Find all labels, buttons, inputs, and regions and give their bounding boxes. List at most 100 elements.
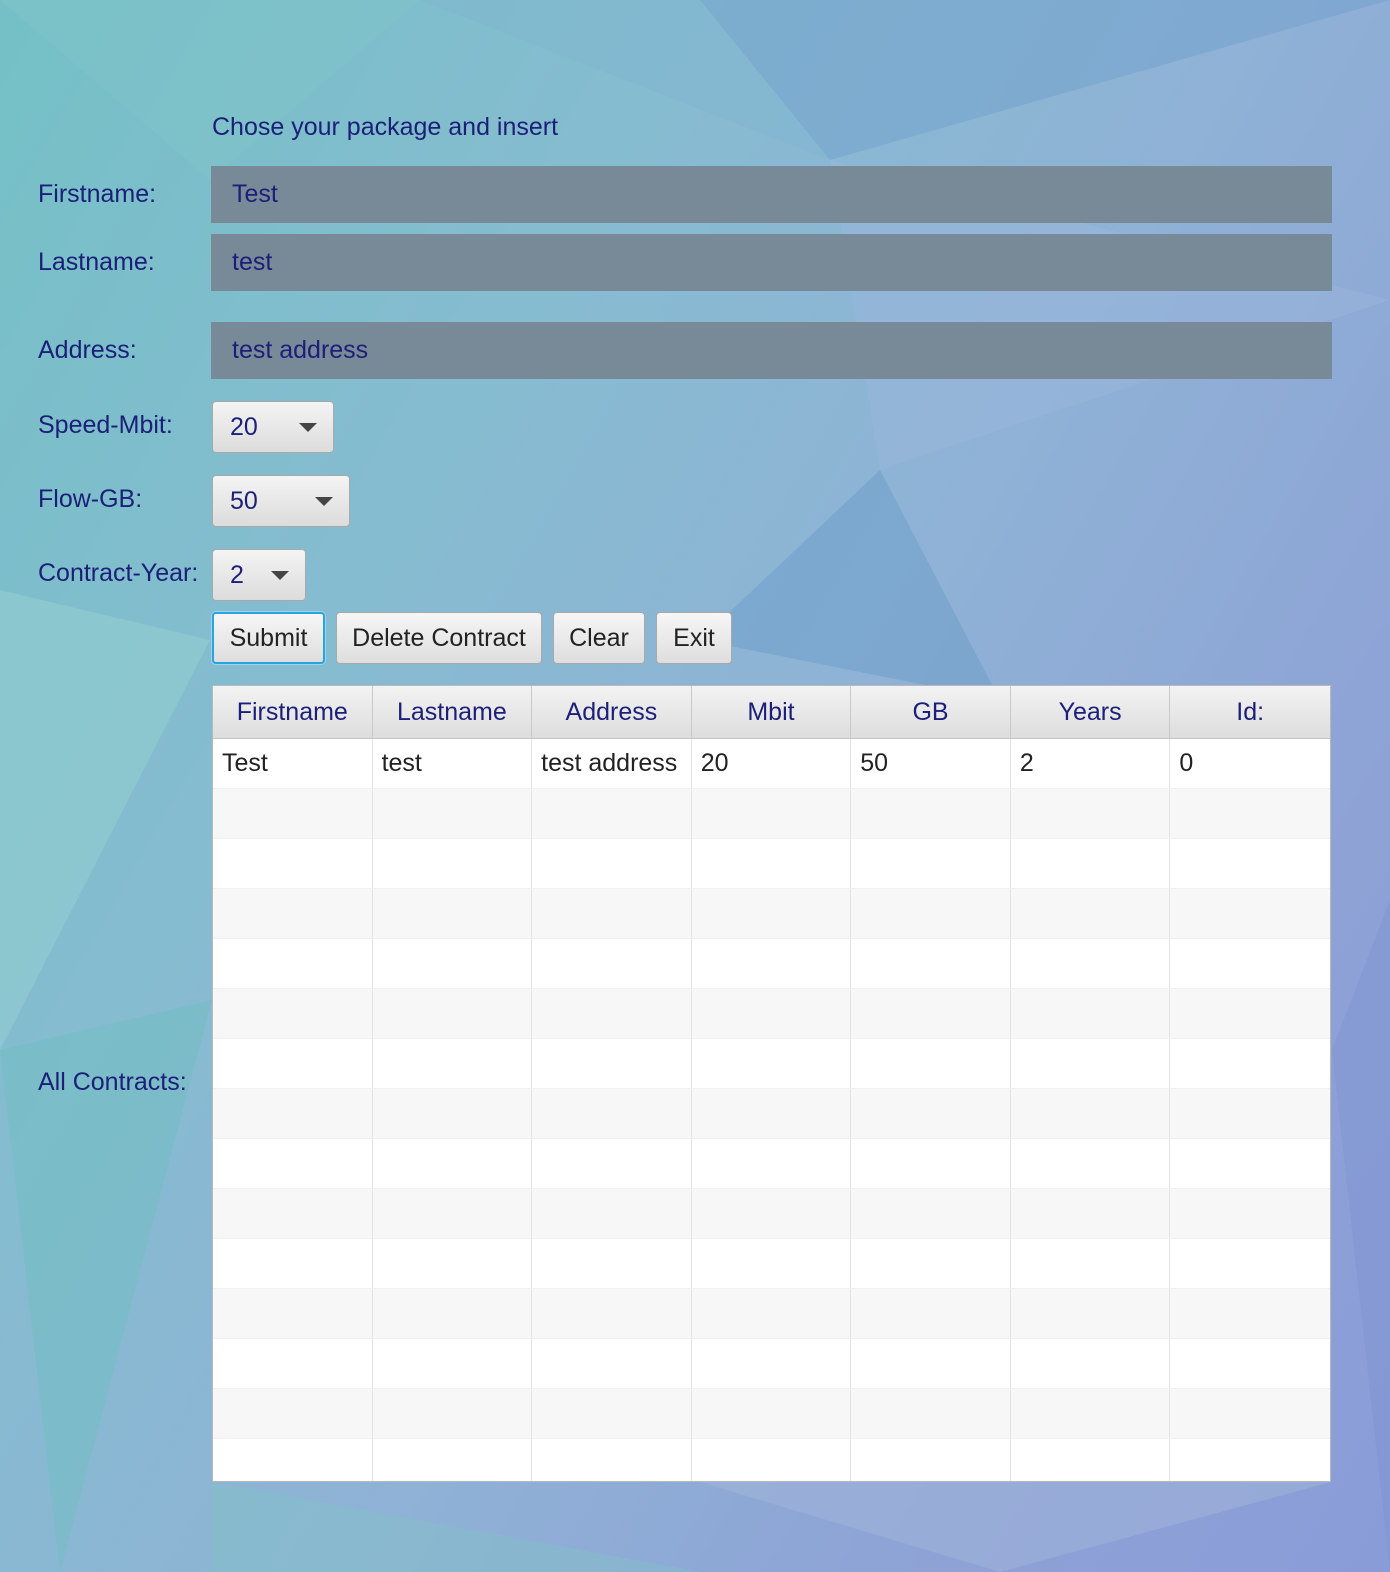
table-cell-empty [1170, 1389, 1330, 1438]
table-cell-empty [1011, 889, 1171, 938]
speed-label: Speed-Mbit: [38, 411, 173, 439]
table-row-empty [213, 1289, 1330, 1339]
table-cell-empty [1170, 939, 1330, 988]
table-cell-empty [373, 1339, 533, 1388]
table-cell-empty [851, 1439, 1011, 1481]
table-cell-empty [851, 1239, 1011, 1288]
column-header[interactable]: Lastname [373, 686, 533, 738]
table-cell: test address [532, 739, 692, 788]
table-row-empty [213, 789, 1330, 839]
table-cell-empty [213, 1039, 373, 1088]
table-cell-empty [1011, 1089, 1171, 1138]
table-cell-empty [532, 989, 692, 1038]
column-header[interactable]: Years [1011, 686, 1171, 738]
table-cell-empty [1011, 1439, 1171, 1481]
table-cell-empty [692, 1039, 852, 1088]
table-cell: Test [213, 739, 373, 788]
table-cell-empty [213, 1389, 373, 1438]
delete-contract-button[interactable]: Delete Contract [336, 612, 542, 664]
table-cell-empty [851, 939, 1011, 988]
table-cell-empty [213, 939, 373, 988]
contract-year-label: Contract-Year: [38, 559, 199, 587]
table-cell-empty [213, 789, 373, 838]
table-cell-empty [213, 989, 373, 1038]
table-row-empty [213, 1139, 1330, 1189]
table-row-empty [213, 1439, 1330, 1481]
exit-button[interactable]: Exit [656, 612, 732, 664]
address-input[interactable]: test address [211, 322, 1332, 379]
table-cell-empty [1170, 1189, 1330, 1238]
table-cell-empty [1170, 989, 1330, 1038]
table-cell-empty [373, 889, 533, 938]
table-cell-empty [692, 939, 852, 988]
table-cell-empty [1170, 1339, 1330, 1388]
table-header: Firstname Lastname Address Mbit GB Years Id: [213, 686, 1330, 739]
table-cell-empty [851, 789, 1011, 838]
table-row[interactable]: Test test test address 20 50 2 0 [213, 739, 1330, 789]
table-cell-empty [1170, 1239, 1330, 1288]
table-cell-empty [1170, 789, 1330, 838]
table-row-empty [213, 1389, 1330, 1439]
lastname-input[interactable]: test [211, 234, 1332, 291]
table-cell-empty [373, 939, 533, 988]
column-header[interactable]: GB [851, 686, 1011, 738]
table-cell-empty [851, 1389, 1011, 1438]
contracts-table[interactable]: Firstname Lastname Address Mbit GB Years Id: T… [212, 685, 1331, 1482]
contract-year-select[interactable]: 2 [212, 549, 306, 601]
table-body: Test test test address 20 50 2 0 [213, 739, 1330, 1481]
flow-select[interactable]: 50 [212, 475, 350, 527]
table-cell-empty [851, 1289, 1011, 1338]
table-cell-empty [1011, 1189, 1171, 1238]
table-row-empty [213, 1039, 1330, 1089]
table-cell-empty [213, 889, 373, 938]
column-header[interactable]: Mbit [692, 686, 852, 738]
chevron-down-icon [315, 497, 333, 506]
table-cell-empty [851, 989, 1011, 1038]
table-cell-empty [213, 1089, 373, 1138]
table-cell-empty [692, 1239, 852, 1288]
table-cell-empty [213, 1139, 373, 1188]
table-cell-empty [692, 889, 852, 938]
heading: Chose your package and insert [212, 113, 559, 141]
clear-button[interactable]: Clear [553, 612, 645, 664]
table-row-empty [213, 1089, 1330, 1139]
table-cell-empty [213, 1439, 373, 1481]
table-cell: 2 [1011, 739, 1171, 788]
table-cell-empty [1011, 1239, 1171, 1288]
table-cell-empty [1170, 1139, 1330, 1188]
table-cell-empty [1170, 1039, 1330, 1088]
table-cell-empty [851, 1089, 1011, 1138]
table-row-empty [213, 1239, 1330, 1289]
table-cell-empty [851, 1139, 1011, 1188]
table-cell-empty [851, 1039, 1011, 1088]
firstname-input[interactable]: Test [211, 166, 1332, 223]
table-cell-empty [1170, 1439, 1330, 1481]
column-header[interactable]: Id: [1170, 686, 1330, 738]
table-cell-empty [532, 1189, 692, 1238]
table-cell: test [373, 739, 533, 788]
table-cell-empty [532, 839, 692, 888]
table-cell-empty [373, 1239, 533, 1288]
speed-select[interactable]: 20 [212, 401, 334, 453]
table-cell-empty [1170, 889, 1330, 938]
table-row-empty [213, 1339, 1330, 1389]
address-label: Address: [38, 336, 137, 364]
table-cell-empty [532, 1089, 692, 1138]
table-row-empty [213, 989, 1330, 1039]
contract-year-value: 2 [230, 560, 244, 589]
table-cell-empty [692, 1389, 852, 1438]
table-cell-empty [692, 989, 852, 1038]
table-cell-empty [692, 839, 852, 888]
table-cell-empty [1170, 1089, 1330, 1138]
firstname-label: Firstname: [38, 180, 157, 208]
table-cell-empty [851, 1339, 1011, 1388]
table-cell-empty [1011, 1039, 1171, 1088]
table-cell-empty [373, 789, 533, 838]
column-header[interactable]: Firstname [213, 686, 373, 738]
submit-button[interactable]: Submit [212, 612, 325, 664]
table-cell-empty [373, 1089, 533, 1138]
table-cell-empty [213, 839, 373, 888]
table-cell-empty [1011, 789, 1171, 838]
table-cell-empty [692, 789, 852, 838]
column-header[interactable]: Address [532, 686, 692, 738]
